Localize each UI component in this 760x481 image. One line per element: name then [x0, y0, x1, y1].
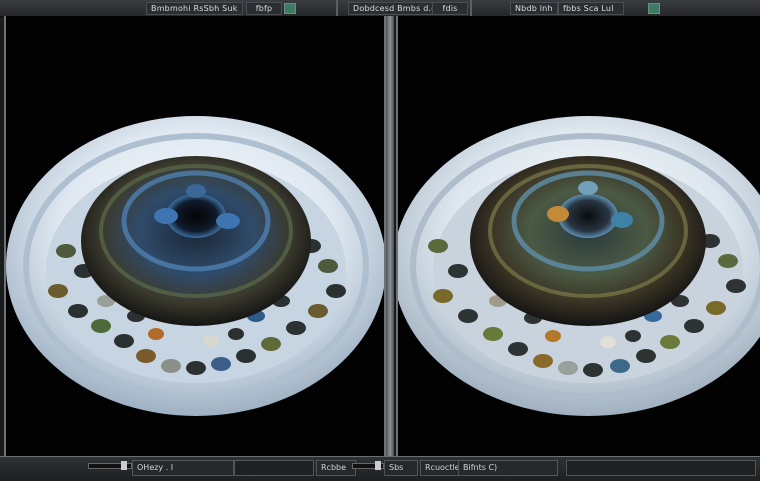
center-view-button[interactable]: fdis	[432, 2, 468, 15]
right-status-value: Bifnts C)	[458, 460, 558, 476]
slider-thumb[interactable]	[121, 461, 127, 470]
right-viewport[interactable]	[396, 16, 760, 456]
center-zoom-slider[interactable]	[352, 461, 384, 470]
status-spacer	[566, 460, 756, 476]
top-toolbar: Bmbmohi RsSbh Suk fbfp Dobdcesd Bmbs d.d…	[0, 0, 760, 17]
toolbar-divider	[470, 0, 472, 16]
right-view-button[interactable]: fbbs Sca Lul	[558, 2, 624, 15]
toolbar-divider	[336, 0, 338, 16]
left-status-label: OHezy . I	[132, 460, 234, 476]
status-spacer	[234, 460, 314, 476]
left-view-title: Bmbmohi RsSbh Suk	[146, 2, 243, 15]
rendered-dish-right-icon	[398, 116, 760, 416]
center-status-value: Sbs	[384, 460, 418, 476]
status-bar: OHezy . I Rcbbe Sbs Rcuoctled Bifnts C)	[0, 456, 760, 481]
left-toggle-icon[interactable]	[284, 3, 296, 14]
viewport-splitter[interactable]	[386, 16, 394, 456]
left-viewport[interactable]	[4, 16, 386, 456]
left-view-button[interactable]: fbfp	[246, 2, 282, 15]
left-zoom-slider[interactable]	[88, 461, 132, 470]
slider-thumb[interactable]	[375, 461, 381, 470]
right-toggle-icon[interactable]	[648, 3, 660, 14]
right-view-title: Nbdb lnh	[510, 2, 558, 15]
center-status-label: Rcbbe	[316, 460, 356, 476]
rendered-dish-left-icon	[6, 116, 384, 416]
center-view-title: Dobdcesd Bmbs d.d	[348, 2, 442, 15]
right-status-label: Rcuoctled	[420, 460, 465, 476]
